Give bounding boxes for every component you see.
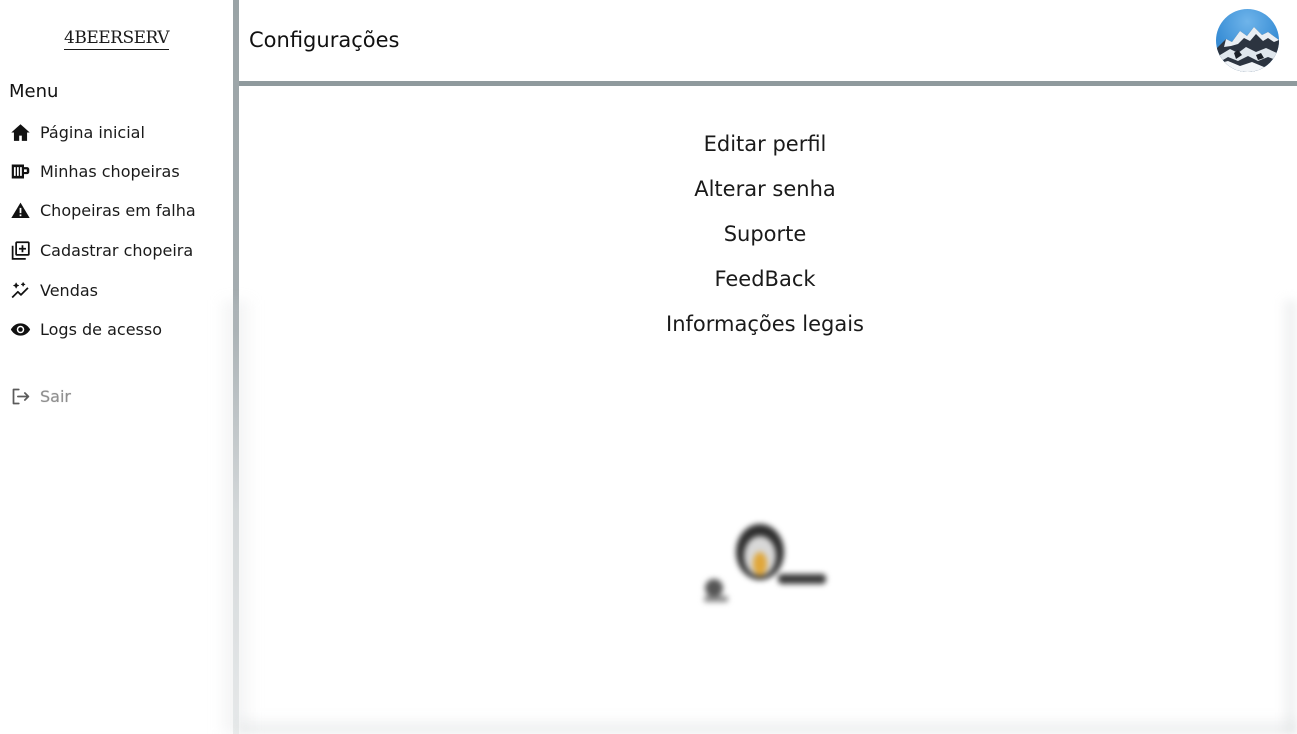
sidebar-item-my-taps[interactable]: Minhas chopeiras	[9, 158, 180, 184]
brand-logo[interactable]: 4BEERSERV	[0, 28, 233, 50]
sparkle-chart-icon	[9, 279, 31, 301]
beer-tap-icon	[9, 160, 31, 182]
logout-icon	[9, 385, 31, 407]
sidebar-item-label: Cadastrar chopeira	[40, 240, 194, 260]
panel-shadow-right	[1280, 300, 1297, 734]
sidebar-item-failed-taps[interactable]: Chopeiras em falha	[9, 197, 196, 223]
logout-label: Sair	[40, 386, 71, 406]
sidebar: 4BEERSERV Menu Página inicial Minhas cho…	[0, 0, 233, 734]
settings-item-feedback[interactable]: FeedBack	[714, 263, 815, 308]
logout-button[interactable]: Sair	[9, 383, 71, 409]
mountain-photo-icon	[1216, 27, 1279, 72]
sidebar-item-sales[interactable]: Vendas	[9, 277, 98, 303]
brand-name: 4BEERSERV	[64, 28, 169, 50]
sidebar-item-label: Logs de acesso	[40, 319, 162, 339]
app-window: 4BEERSERV Menu Página inicial Minhas cho…	[0, 0, 1297, 734]
eye-icon	[9, 318, 31, 340]
settings-item-change-password[interactable]: Alterar senha	[694, 173, 836, 218]
sidebar-item-home[interactable]: Página inicial	[9, 119, 145, 145]
menu-title: Menu	[9, 81, 59, 102]
sidebar-item-label: Página inicial	[40, 122, 145, 142]
sidebar-item-label: Minhas chopeiras	[40, 161, 180, 181]
sidebar-item-register-tap[interactable]: Cadastrar chopeira	[9, 237, 193, 263]
sidebar-item-label: Chopeiras em falha	[40, 200, 196, 220]
avatar[interactable]	[1216, 9, 1279, 72]
settings-list: Editar perfil Alterar senha Suporte Feed…	[239, 128, 1291, 353]
add-box-icon	[9, 239, 31, 261]
blurred-logo-image	[694, 516, 834, 611]
page-header: Configurações	[239, 0, 1297, 81]
settings-item-edit-profile[interactable]: Editar perfil	[704, 128, 827, 173]
settings-item-legal-info[interactable]: Informações legais	[666, 308, 864, 353]
warning-icon	[9, 199, 31, 221]
sidebar-item-access-logs[interactable]: Logs de acesso	[9, 316, 162, 342]
sidebar-item-label: Vendas	[40, 280, 98, 300]
settings-item-support[interactable]: Suporte	[724, 218, 807, 263]
panel-shadow-bottom	[239, 714, 1297, 734]
page-title: Configurações	[249, 28, 400, 52]
home-icon	[9, 121, 31, 143]
settings-panel: Editar perfil Alterar senha Suporte Feed…	[239, 86, 1297, 734]
panel-shadow-left	[216, 300, 256, 734]
